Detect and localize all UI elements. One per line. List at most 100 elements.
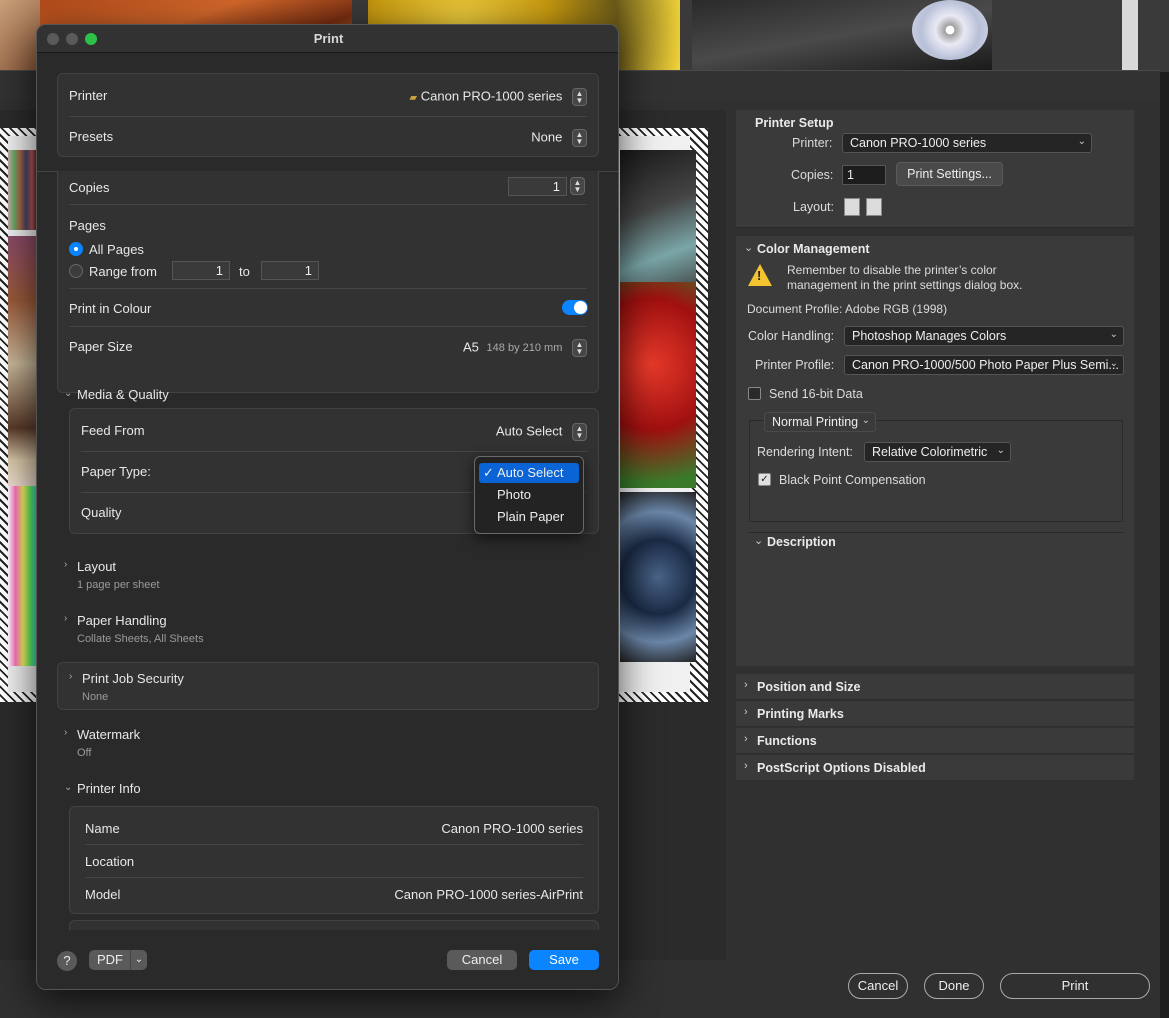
section-printing-marks[interactable]: › Printing Marks <box>736 701 1134 727</box>
preview-image-strawberries <box>620 282 696 488</box>
copies-input[interactable]: 1 <box>508 177 567 196</box>
section-postscript-options[interactable]: › PostScript Options Disabled <box>736 755 1134 781</box>
color-handling-select[interactable]: Photoshop Manages Colors ⌄ <box>844 326 1124 346</box>
menu-item-auto-select[interactable]: ✓ Auto Select <box>479 463 579 483</box>
printer-profile-select[interactable]: Canon PRO-1000/500 Photo Paper Plus Semi… <box>844 355 1124 375</box>
copies-stepper[interactable]: ▲ ▼ <box>570 177 585 195</box>
menu-item-plain-paper[interactable]: Plain Paper <box>479 507 579 527</box>
warning-icon: ! <box>748 264 772 286</box>
menu-item-label: Photo <box>497 487 531 502</box>
watermark-sub: Off <box>77 747 92 759</box>
print-job-security-card[interactable]: › Print Job Security None <box>57 662 599 710</box>
chevron-right-icon: › <box>64 613 68 624</box>
feed-from-row: Feed From Auto Select ▲ ▼ <box>81 423 587 441</box>
feed-from-value: Auto Select <box>495 423 563 439</box>
divider <box>81 451 587 452</box>
info-name-row: Name Canon PRO-1000 series <box>85 821 583 836</box>
color-handling-value: Photoshop Manages Colors <box>852 329 1007 343</box>
info-location-label: Location <box>85 854 135 869</box>
dialog-title: Print <box>313 31 344 46</box>
print-job-security-sub: None <box>82 691 109 703</box>
paper-size-row: Paper Size A5 148 by 210 mm ▲ ▼ <box>69 339 587 357</box>
ps-copies-input[interactable]: 1 <box>842 165 886 185</box>
document-profile: Document Profile: Adobe RGB (1998) <box>747 302 948 316</box>
pdf-label: PDF <box>97 952 123 967</box>
pdf-menu-button[interactable]: PDF ⌄ <box>89 950 147 970</box>
range-from-input[interactable]: 1 <box>172 261 230 280</box>
chevron-right-icon: › <box>744 706 748 718</box>
portrait-layout-icon[interactable] <box>844 198 860 216</box>
all-pages-radio[interactable] <box>69 242 83 256</box>
chevron-down-icon: ⌄ <box>996 445 1005 456</box>
feed-from-select[interactable]: Auto Select ▲ ▼ <box>496 423 587 441</box>
ps-copies-label: Copies: <box>791 168 834 182</box>
divider <box>69 326 587 327</box>
presets-select[interactable]: None ▲ ▼ <box>531 129 587 147</box>
color-handling-label: Color Handling: <box>748 329 835 343</box>
section-title: Position and Size <box>757 680 861 694</box>
landscape-layout-icon[interactable] <box>866 198 882 216</box>
layout-sub: 1 page per sheet <box>77 579 160 591</box>
background-photo <box>0 0 40 70</box>
ps-cancel-button[interactable]: Cancel <box>848 973 908 999</box>
info-model-label: Model <box>85 887 121 902</box>
copies-pages-card: Copies 1 ▲ ▼ Pages All Pages Range from 1… <box>57 171 599 393</box>
rendering-intent-select[interactable]: Relative Colorimetric ⌄ <box>864 442 1011 462</box>
divider <box>69 116 587 117</box>
section-title: Functions <box>757 734 817 748</box>
info-name-label: Name <box>85 821 120 836</box>
print-colour-toggle[interactable] <box>562 300 588 315</box>
section-position-and-size[interactable]: › Position and Size <box>736 674 1134 700</box>
rendering-intent-value: Relative Colorimetric <box>872 445 988 459</box>
chevron-right-icon: › <box>64 727 68 738</box>
help-button[interactable]: ? <box>57 951 77 971</box>
paper-size-select[interactable]: A5 148 by 210 mm ▲ ▼ <box>463 339 587 357</box>
print-settings-button[interactable]: Print Settings... <box>896 162 1003 186</box>
up-down-chevron-icon: ▲ ▼ <box>572 423 587 441</box>
up-down-chevron-icon: ▲ ▼ <box>572 129 587 147</box>
printer-profile-label: Printer Profile: <box>755 358 835 372</box>
info-model-row: Model Canon PRO-1000 series-AirPrint <box>85 887 583 902</box>
paper-type-popup-menu: ✓ Auto Select Photo Plain Paper <box>474 456 584 534</box>
ps-done-button[interactable]: Done <box>924 973 984 999</box>
printer-setup-title: Printer Setup <box>755 116 834 130</box>
chevron-down-icon[interactable]: ⌄ <box>744 241 753 254</box>
dialog-title-bar: Print <box>37 25 618 53</box>
divider <box>749 532 1123 533</box>
background-photo <box>1122 0 1138 70</box>
print-colour-label: Print in Colour <box>69 301 152 316</box>
range-to-input[interactable]: 1 <box>261 261 319 280</box>
cancel-button[interactable]: Cancel <box>447 950 517 970</box>
divider <box>85 844 583 845</box>
preview-image <box>620 150 696 296</box>
printer-profile-value: Canon PRO-1000/500 Photo Paper Plus Semi… <box>852 358 1119 372</box>
range-radio[interactable] <box>69 264 83 278</box>
paper-size-label: Paper Size <box>69 339 133 354</box>
presets-label: Presets <box>69 129 114 144</box>
chevron-right-icon: › <box>744 679 748 691</box>
paper-handling-label: Paper Handling <box>77 613 167 628</box>
printer-setup-panel: Printer Setup Printer: Canon PRO-1000 se… <box>736 110 1134 228</box>
menu-item-label: Auto Select <box>497 465 564 480</box>
black-point-checkbox[interactable]: ✓ <box>758 473 771 486</box>
printer-row: Printer ▰ Canon PRO-1000 series ▲ ▼ <box>69 88 587 106</box>
ps-print-button[interactable]: Print <box>1000 973 1150 999</box>
menu-item-photo[interactable]: Photo <box>479 485 579 505</box>
section-functions[interactable]: › Functions <box>736 728 1134 754</box>
normal-printing-value: Normal Printing <box>772 415 859 429</box>
save-button[interactable]: Save <box>529 950 599 970</box>
printer-select[interactable]: ▰ Canon PRO-1000 series ▲ ▼ <box>409 88 587 106</box>
chevron-down-icon: ⌄ <box>64 388 73 399</box>
normal-printing-select[interactable]: Normal Printing ⌄ <box>764 412 876 432</box>
send-16bit-checkbox[interactable] <box>748 387 761 400</box>
preview-image <box>8 486 38 666</box>
description-title[interactable]: Description <box>767 535 836 549</box>
chevron-down-icon: ⌄ <box>861 415 870 426</box>
feed-from-label: Feed From <box>81 423 145 438</box>
chevron-right-icon: › <box>744 760 748 772</box>
color-management-title[interactable]: Color Management <box>757 242 870 256</box>
ps-printer-select[interactable]: Canon PRO-1000 series ⌄ <box>842 133 1092 153</box>
printer-label: Printer <box>69 88 108 103</box>
presets-value: None <box>531 129 563 145</box>
chevron-down-icon[interactable]: ⌄ <box>754 534 763 547</box>
